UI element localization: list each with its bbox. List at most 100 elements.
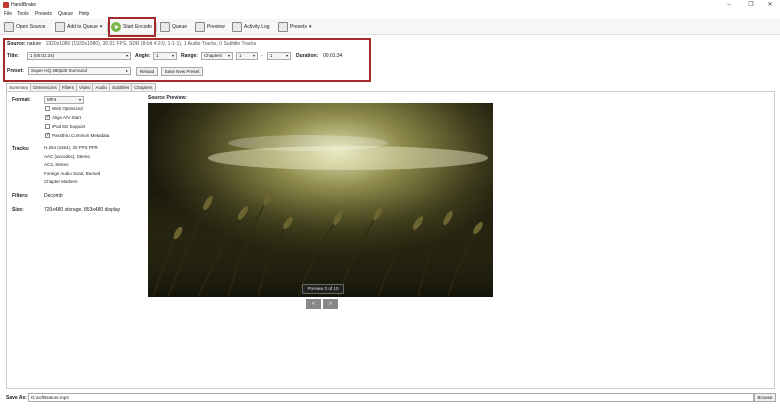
save-as-bar: Save As: D:\soft\Nature.mp4 Browse <box>6 392 776 404</box>
add-to-queue-label: Add to Queue <box>67 24 98 30</box>
preview-button[interactable]: Preview <box>195 21 225 33</box>
preset-value: Super HQ 480p30 Surround <box>31 68 88 73</box>
source-details: 1920x1080 (1920x1080), 30.01 FPS, SDR (8… <box>45 41 257 47</box>
angle-label: Angle: <box>135 53 151 59</box>
passthru-metadata-checkbox[interactable]: Passthru Common Metadata <box>45 132 110 138</box>
checkbox-box <box>45 106 50 111</box>
chevron-down-icon: ▾ <box>227 53 230 58</box>
title-bar: HandBrake – ❐ ✕ <box>0 0 780 10</box>
preview-prev-button[interactable]: < <box>306 299 321 309</box>
tracks-label: Tracks: <box>12 146 30 152</box>
angle-value: 1 <box>156 53 159 58</box>
range-end-select[interactable]: 1 ▾ <box>267 52 291 60</box>
chevron-down-icon: ▾ <box>308 24 312 30</box>
passthru-metadata-label: Passthru Common Metadata <box>52 133 110 138</box>
title-select[interactable]: 1 (00:01:34) ▾ <box>27 52 131 60</box>
chevron-down-icon: ▾ <box>252 53 255 58</box>
open-source-label: Open Source <box>16 24 46 30</box>
add-to-queue-button[interactable]: Add to Queue ▾ <box>55 21 102 33</box>
activity-log-button[interactable]: Activity Log <box>232 21 270 33</box>
range-start-select[interactable]: 1 ▾ <box>236 52 258 60</box>
tab-summary[interactable]: Summary <box>6 83 32 91</box>
tab-filters[interactable]: Filters <box>58 83 78 91</box>
range-separator: - <box>261 53 263 59</box>
log-icon <box>232 22 242 32</box>
menu-presets[interactable]: Presets <box>35 11 52 17</box>
queue-label: Queue <box>172 24 188 30</box>
format-select[interactable]: MP4 ▾ <box>44 96 84 104</box>
save-path-input[interactable]: D:\soft\Nature.mp4 <box>28 393 754 402</box>
preview-counter-badge: Preview 2 of 10 <box>302 284 344 294</box>
browse-button[interactable]: Browse <box>754 393 776 402</box>
handbrake-logo-icon <box>3 2 9 8</box>
chevron-right-icon: ▸ <box>125 68 128 73</box>
track-item: AC3, Stereo <box>44 162 69 167</box>
source-preview-image <box>148 103 493 297</box>
range-type-select[interactable]: Chapters ▾ <box>201 52 233 60</box>
add-queue-icon <box>55 22 65 32</box>
angle-select[interactable]: 1 ▾ <box>153 52 177 60</box>
range-start-value: 1 <box>239 53 242 58</box>
ipod-5g-support-checkbox[interactable]: iPod 5G Support <box>45 124 85 129</box>
source-label: Source: <box>7 41 26 47</box>
save-new-preset-button[interactable]: Save New Preset <box>161 67 203 76</box>
preset-select[interactable]: Super HQ 480p30 Surround ▸ <box>28 67 131 75</box>
close-button[interactable]: ✕ <box>763 1 777 9</box>
track-item: Foreign Audio Scan, Burned <box>44 170 101 176</box>
format-label: Format: <box>12 97 31 103</box>
open-source-button[interactable]: Open Source <box>4 21 45 33</box>
filters-label: Filters: <box>12 193 29 199</box>
track-item: H.264 (x264), 30 FPS PFR <box>44 145 98 150</box>
presets-icon <box>278 22 288 32</box>
presets-label: Presets <box>290 24 307 30</box>
tab-chapters[interactable]: Chapters <box>131 83 156 91</box>
preview-label: Preview <box>207 24 225 30</box>
tab-dimensions[interactable]: Dimensions <box>30 83 60 91</box>
duration-value: 00:01:34 <box>323 53 343 59</box>
activity-log-label: Activity Log <box>244 24 270 30</box>
range-label: Range: <box>181 53 198 59</box>
reload-button[interactable]: Reload <box>136 67 158 76</box>
source-name: nature <box>27 41 42 47</box>
checkbox-box-checked <box>45 132 50 138</box>
align-av-start-checkbox[interactable]: Align A/V Start <box>45 114 82 120</box>
menu-queue[interactable]: Queue <box>58 11 73 17</box>
tab-subtitles[interactable]: Subtitles <box>108 83 133 91</box>
web-optimized-checkbox[interactable]: Web Optimized <box>45 106 83 111</box>
title-value: 1 (00:01:34) <box>30 53 55 58</box>
size-value: 720x480 storage, 853x480 display <box>44 207 121 213</box>
source-row: Source: nature 1920x1080 (1920x1080), 30… <box>7 41 256 47</box>
presets-button[interactable]: Presets ▾ <box>278 21 311 33</box>
tracks-list: H.264 (x264), 30 FPS PFR AAC (avcodec), … <box>44 144 100 187</box>
menu-tools[interactable]: Tools <box>17 11 29 17</box>
chevron-down-icon[interactable]: ▾ <box>100 24 103 30</box>
menu-help[interactable]: Help <box>79 11 89 17</box>
checkbox-box-checked <box>45 114 50 120</box>
chevron-down-icon: ▾ <box>125 53 128 58</box>
settings-tabs: Summary Dimensions Filters Video Audio S… <box>6 83 156 91</box>
size-label: Size: <box>12 207 24 213</box>
minimize-button[interactable]: – <box>722 1 736 9</box>
maximize-button[interactable]: ❐ <box>744 1 758 9</box>
queue-icon <box>160 22 170 32</box>
ipod-5g-support-label: iPod 5G Support <box>52 124 86 129</box>
track-item: AAC (avcodec), Stereo <box>44 153 91 159</box>
track-item: Chapter Markers <box>44 179 78 184</box>
preview-next-button[interactable]: > <box>323 299 338 309</box>
range-type-value: Chapters <box>204 53 223 58</box>
window-title: HandBrake <box>11 2 37 8</box>
range-end-value: 1 <box>270 53 273 58</box>
web-optimized-label: Web Optimized <box>52 106 83 111</box>
filters-value: Decomb <box>44 193 63 199</box>
chevron-down-icon: ▾ <box>285 53 288 58</box>
chevron-down-icon: ▾ <box>171 53 174 58</box>
chevron-down-icon: ▾ <box>78 97 81 102</box>
tab-audio[interactable]: Audio <box>92 83 110 91</box>
menu-file[interactable]: File <box>4 11 12 17</box>
queue-button[interactable]: Queue <box>160 21 187 33</box>
align-av-start-label: Align A/V Start <box>52 115 82 120</box>
tab-video[interactable]: Video <box>76 83 94 91</box>
toolbar-divider <box>156 22 157 32</box>
checkbox-box <box>45 124 50 129</box>
save-as-label: Save As: <box>6 395 27 401</box>
